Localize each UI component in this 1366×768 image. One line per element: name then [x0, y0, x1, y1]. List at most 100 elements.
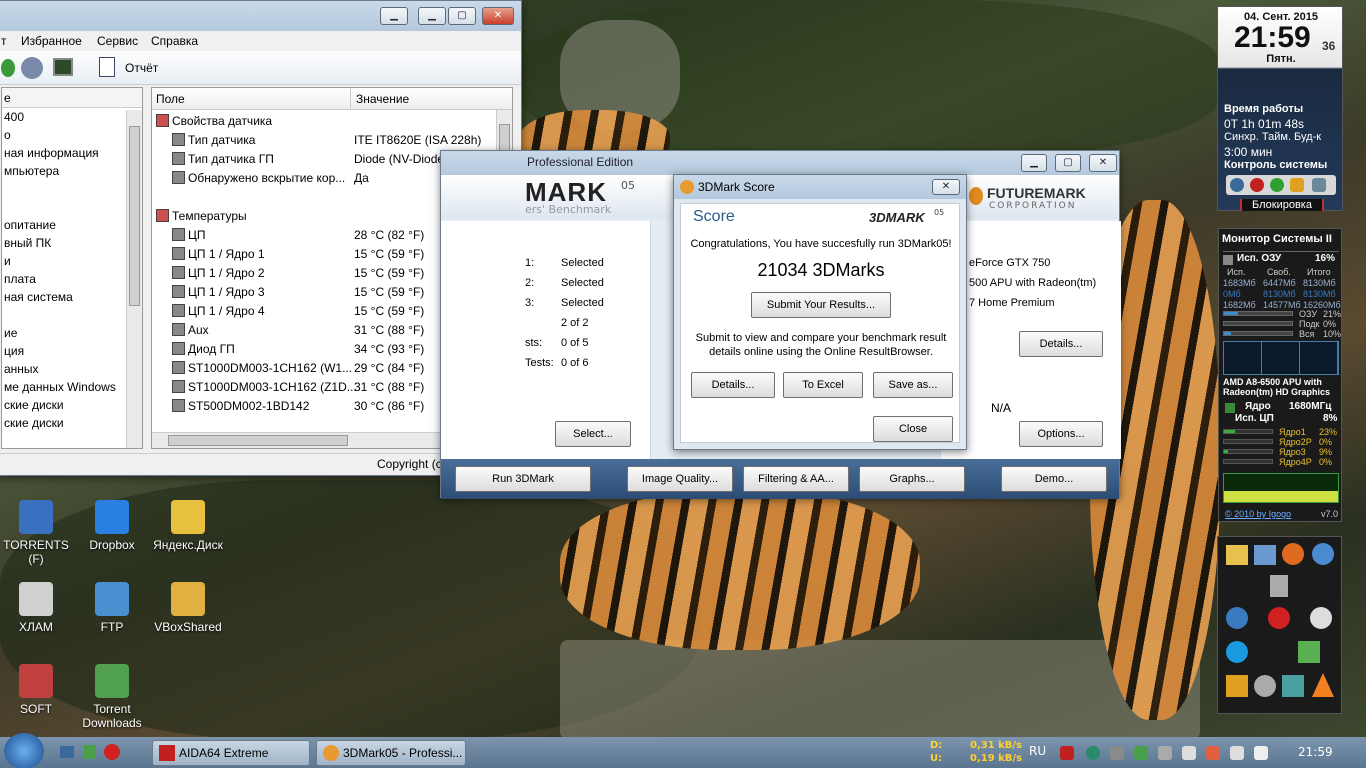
report-button[interactable]: Отчёт	[125, 61, 158, 75]
speaker-alert-icon[interactable]	[1206, 746, 1220, 760]
desktop-icon[interactable]: ХЛАМ	[0, 582, 76, 634]
block-label[interactable]: Блокировка	[1240, 199, 1324, 211]
table-row[interactable]: Тип датчика ITE IT8620E (ISA 228h)	[152, 131, 492, 149]
score-dialog[interactable]: 3DMark Score ✕ Score 3DMARK 05 Congratul…	[673, 174, 967, 450]
desktop-icon[interactable]: VBoxShared	[148, 582, 228, 634]
column-value[interactable]: Значение	[356, 92, 409, 106]
flag-icon[interactable]	[1254, 746, 1268, 760]
tree-item[interactable]: ие	[4, 326, 17, 340]
computer-icon[interactable]	[1254, 545, 1276, 565]
tree-item[interactable]: ские диски	[4, 416, 64, 430]
tree-item[interactable]: ная система	[4, 290, 73, 304]
show-desktop-icon[interactable]	[60, 746, 74, 758]
minimize-icon[interactable]: ▁	[380, 7, 408, 25]
desktop-icon[interactable]: Яндекс.Диск	[148, 500, 228, 552]
shield-tray-icon[interactable]	[1158, 746, 1172, 760]
desktop-icon[interactable]: Torrent Downloads	[72, 664, 152, 730]
usb-tray-icon[interactable]	[1182, 746, 1196, 760]
restart-icon[interactable]	[1270, 178, 1284, 192]
desktop-icon[interactable]: SOFT	[0, 664, 76, 716]
ie-icon[interactable]	[1226, 607, 1248, 629]
desktop-icon[interactable]: FTP	[72, 582, 152, 634]
close-icon[interactable]: ✕	[1089, 154, 1117, 172]
recycle-tray-icon[interactable]	[1110, 746, 1124, 760]
to-excel-button[interactable]: To Excel	[783, 372, 863, 398]
opera-icon[interactable]	[1268, 607, 1290, 629]
filtering-aa-button[interactable]: Filtering & AA...	[743, 466, 849, 492]
details-button[interactable]: Details...	[1019, 331, 1103, 357]
language-indicator[interactable]: RU	[1029, 744, 1046, 758]
folder-icon[interactable]	[1226, 545, 1248, 565]
tree-scrollbar[interactable]	[126, 110, 142, 448]
column-field[interactable]: Поле	[156, 92, 185, 106]
options-button[interactable]: Options...	[1019, 421, 1103, 447]
list-hscroll-thumb[interactable]	[168, 435, 348, 446]
column-divider[interactable]	[350, 88, 351, 110]
run-3dmark-button[interactable]: Run 3DMark	[455, 466, 591, 492]
monitor-icon[interactable]	[53, 58, 73, 76]
volume-icon[interactable]	[1230, 746, 1244, 760]
start-button[interactable]	[4, 733, 44, 768]
tree-item[interactable]: анных	[4, 362, 39, 376]
skype-icon[interactable]	[1226, 641, 1248, 663]
report-icon[interactable]	[99, 57, 115, 77]
vlc-icon[interactable]	[1312, 673, 1334, 697]
app-icon[interactable]	[1282, 675, 1304, 697]
menu-favorites[interactable]: Избранное	[21, 34, 82, 48]
users-icon[interactable]	[21, 57, 43, 79]
tree-item[interactable]: ские диски	[4, 398, 64, 412]
firefox-icon[interactable]	[1282, 543, 1304, 565]
sync-tray-icon[interactable]	[1134, 746, 1148, 760]
tree-item[interactable]: ме данных Windows	[4, 380, 116, 394]
menu-service[interactable]: Сервис	[97, 34, 138, 48]
tree-item[interactable]: плата	[4, 272, 36, 286]
lock-icon[interactable]	[1290, 178, 1304, 192]
tree-item[interactable]: о	[4, 128, 11, 142]
settings-icon[interactable]	[1254, 675, 1276, 697]
recycle-bin-icon[interactable]	[1270, 575, 1288, 597]
footer-link[interactable]: © 2010 by Igogo	[1225, 509, 1291, 519]
quick-launch-icon[interactable]	[84, 745, 96, 759]
close-icon[interactable]: ✕	[932, 179, 960, 195]
graphs-button[interactable]: Graphs...	[859, 466, 965, 492]
opera-taskbar-icon[interactable]	[104, 744, 120, 760]
system-monitor-gadget[interactable]: Монитор Системы II Исп. ОЗУ 16% Исп. Своб…	[1218, 228, 1342, 522]
menu-help[interactable]: Справка	[151, 34, 198, 48]
desktop-icon[interactable]: TORRENTS (F)	[0, 500, 76, 566]
launcher-gadget[interactable]	[1217, 536, 1342, 714]
score-details-button[interactable]: Details...	[691, 372, 775, 398]
submit-results-button[interactable]: Submit Your Results...	[751, 292, 891, 318]
tree-item[interactable]: ная информация	[4, 146, 99, 160]
select-button[interactable]: Select...	[555, 421, 631, 447]
network-icon[interactable]	[1298, 641, 1320, 663]
taskbar-3dmark[interactable]: 3DMark05 - Professi...	[316, 740, 466, 766]
refresh-icon[interactable]	[1, 59, 15, 77]
tree-item[interactable]: вный ПК	[4, 236, 51, 250]
demo-button[interactable]: Demo...	[1001, 466, 1107, 492]
clock-gadget[interactable]: 04. Сент. 2015 21:59 36 Пятн. Время рабо…	[1217, 6, 1343, 211]
maximize-icon[interactable]: ▢	[448, 7, 476, 25]
power-icon[interactable]	[1230, 178, 1244, 192]
save-as-button[interactable]: Save as...	[873, 372, 953, 398]
image-quality-button[interactable]: Image Quality...	[627, 466, 733, 492]
minimize-icon[interactable]: ▁	[1021, 154, 1047, 172]
aida-titlebar[interactable]: ▁ ▁ ▢ ✕	[0, 1, 521, 31]
desktop-icon[interactable]: Dropbox	[72, 500, 152, 552]
tools-icon[interactable]	[1226, 675, 1248, 697]
control-icons[interactable]	[1226, 175, 1336, 195]
minimize-icon-2[interactable]: ▁	[418, 7, 446, 25]
tree-item[interactable]: мпьютера	[4, 164, 59, 178]
taskbar-clock[interactable]: 21:59	[1298, 745, 1333, 759]
close-icon[interactable]: ✕	[482, 7, 514, 25]
maximize-icon[interactable]: ▢	[1055, 154, 1081, 172]
table-row[interactable]: Свойства датчика	[152, 112, 492, 130]
tree-item[interactable]: и	[4, 254, 11, 268]
taskbar-aida64[interactable]: AIDA64 Extreme	[152, 740, 310, 766]
tree-item[interactable]: 400	[4, 110, 24, 124]
score-close-button[interactable]: Close	[873, 416, 953, 442]
3dmark-titlebar[interactable]: Professional Edition ▁ ▢ ✕	[441, 151, 1119, 175]
score-titlebar[interactable]: 3DMark Score ✕	[674, 175, 966, 199]
shutdown-icon[interactable]	[1250, 178, 1264, 192]
tree-scroll-thumb[interactable]	[129, 126, 140, 306]
menu-file[interactable]: т	[1, 34, 7, 48]
